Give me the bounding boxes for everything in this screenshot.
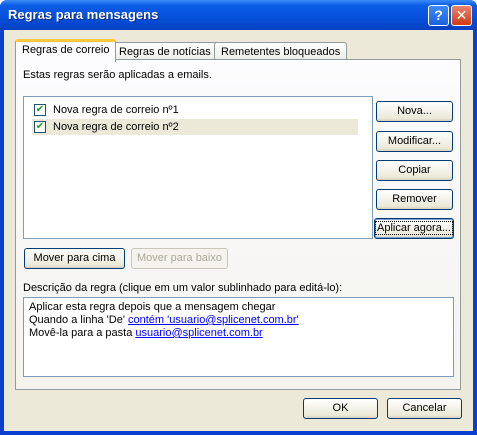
remove-rule-button[interactable]: Remover bbox=[376, 189, 453, 210]
intro-text: Estas regras serão aplicadas a emails. bbox=[23, 69, 212, 81]
description-line: Movê-la para a pasta usuario@splicenet.c… bbox=[29, 327, 448, 340]
window-title: Regras para mensagens bbox=[8, 7, 159, 22]
condition-link[interactable]: contém 'usuario@splicenet.com.br' bbox=[128, 314, 299, 326]
title-bar[interactable]: Regras para mensagens ? ✕ bbox=[0, 0, 477, 30]
description-label: Descrição da regra (clique em um valor s… bbox=[23, 282, 343, 294]
description-text: Quando a linha 'De' bbox=[29, 314, 128, 326]
new-rule-button[interactable]: Nova... bbox=[376, 101, 453, 122]
dialog-body: Regras de correio Regras de notícias Rem… bbox=[4, 30, 473, 431]
rules-dialog: Regras para mensagens ? ✕ Regras de corr… bbox=[0, 0, 477, 435]
close-button[interactable]: ✕ bbox=[451, 5, 472, 26]
rule-description-box: Aplicar esta regra depois que a mensagem… bbox=[23, 297, 454, 377]
folder-link[interactable]: usuario@splicenet.com.br bbox=[135, 327, 262, 339]
move-down-button[interactable]: Mover para baixo bbox=[131, 248, 228, 269]
list-item[interactable]: ✔ Nova regra de correio nº1 bbox=[32, 102, 358, 118]
list-item[interactable]: ✔ Nova regra de correio nº2 bbox=[32, 119, 358, 135]
ok-button[interactable]: OK bbox=[303, 398, 378, 419]
rule-label: Nova regra de correio nº2 bbox=[53, 121, 179, 133]
apply-now-label: Aplicar agora... bbox=[375, 221, 453, 235]
rules-list[interactable]: ✔ Nova regra de correio nº1 ✔ Nova regra… bbox=[23, 96, 373, 239]
description-line: Quando a linha 'De' contém 'usuario@spli… bbox=[29, 314, 448, 327]
help-button[interactable]: ? bbox=[428, 5, 449, 26]
rule-checkbox[interactable]: ✔ bbox=[34, 121, 46, 133]
modify-rule-button[interactable]: Modificar... bbox=[376, 131, 453, 152]
rule-label: Nova regra de correio nº1 bbox=[53, 104, 179, 116]
cancel-button[interactable]: Cancelar bbox=[387, 398, 462, 419]
move-up-button[interactable]: Mover para cima bbox=[24, 248, 125, 269]
description-text: Movê-la para a pasta bbox=[29, 327, 136, 339]
copy-rule-button[interactable]: Copiar bbox=[376, 160, 453, 181]
apply-now-button[interactable]: Aplicar agora... bbox=[374, 218, 454, 239]
description-line: Aplicar esta regra depois que a mensagem… bbox=[29, 301, 276, 313]
rule-checkbox[interactable]: ✔ bbox=[34, 104, 46, 116]
tab-mail-rules[interactable]: Regras de correio bbox=[15, 39, 117, 62]
